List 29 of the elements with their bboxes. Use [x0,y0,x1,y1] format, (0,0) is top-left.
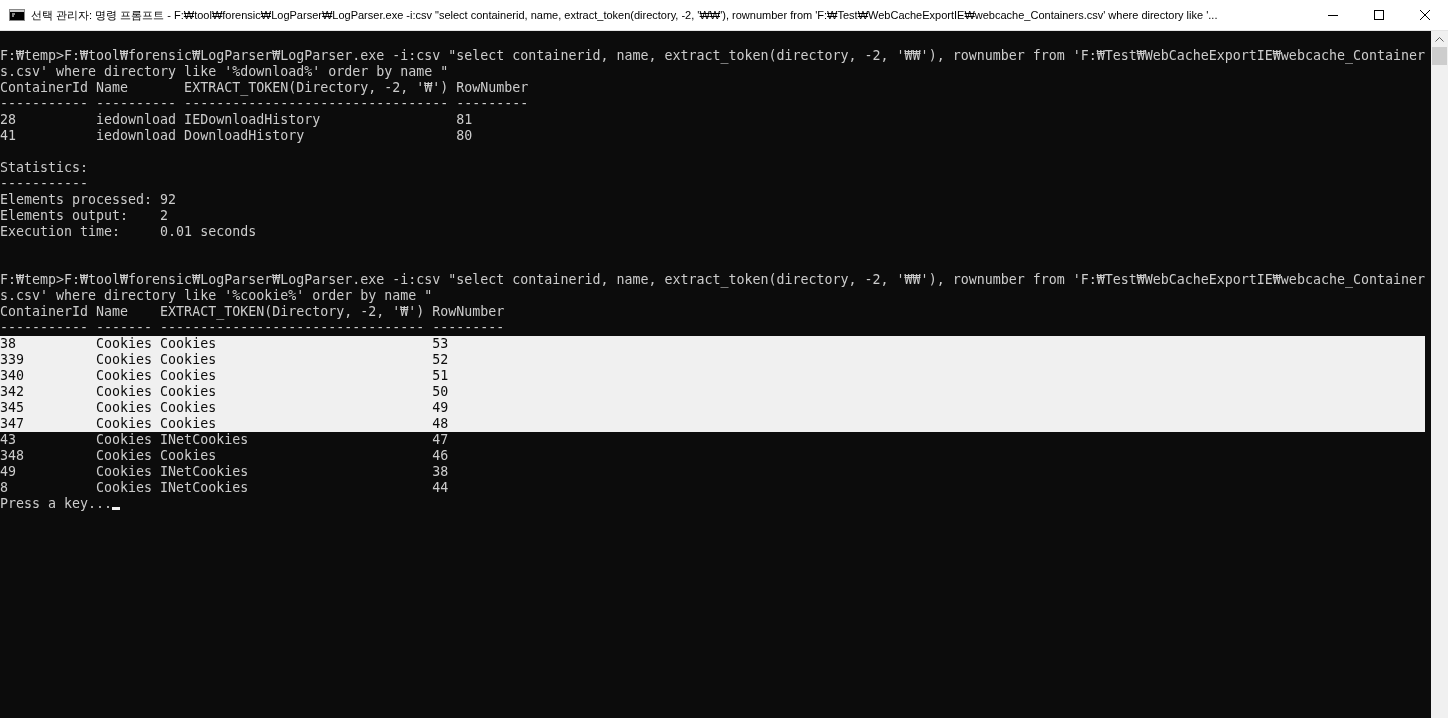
maximize-icon[interactable] [1374,10,1384,20]
scrollbar[interactable] [1431,31,1448,718]
console-line: ----------- ------- --------------------------------- --------- [0,320,506,336]
console-line: Execution time: 0.01 seconds [0,224,258,240]
scroll-up-icon[interactable] [1435,37,1444,42]
text-cursor [112,507,121,510]
console-line: Elements output: 2 [0,208,170,224]
console-line: 28 iedownload IEDownloadHistory 81 [0,112,474,128]
console-line: Elements processed: 92 [0,192,178,208]
console-line: 348 Cookies Cookies 46 [0,448,450,464]
console-line: ----------- [0,176,90,192]
console-icon [9,9,25,21]
console-line: s.csv' where directory like '%cookie%' order by name " [0,288,434,304]
console-line: 49 Cookies INetCookies 38 [0,464,450,480]
console-line: Press a key... [0,496,113,511]
window-title: 선택 관리자: 명령 프롬프트 - F:₩tool₩forensic₩LogParser₩LogParser.exe -i:csv "select containerid, name, extract_token(directory, -2, '₩₩'), rownumber from 'F:₩Test₩WebCacheExportIE₩webcache_Containers.csv' where directory like '... [31,7,1219,23]
console-line: ContainerId Name EXTRACT_TOKEN(Directory, -2, '₩') RowNumber [0,304,506,320]
console-line: ----------- ---------- --------------------------------- --------- [0,96,530,112]
console-line: ContainerId Name EXTRACT_TOKEN(Directory, -2, '₩') RowNumber [0,80,530,96]
close-icon[interactable] [1420,10,1430,20]
console-line: 43 Cookies INetCookies 47 [0,432,450,448]
console-line: Statistics: [0,160,90,176]
console-line: F:₩temp>F:₩tool₩forensic₩LogParser₩LogParser.exe -i:csv "select containerid, name, extract_token(directory, -2, '₩₩'), rownumber from 'F:₩Test₩WebCacheExportIE₩webcache_Container [0,48,1425,64]
scrollbar-thumb[interactable] [1432,47,1447,65]
console-line: s.csv' where directory like '%download%' order by name " [0,64,450,80]
console-line: 8 Cookies INetCookies 44 [0,480,450,496]
console-line: F:₩temp>F:₩tool₩forensic₩LogParser₩LogParser.exe -i:csv "select containerid, name, extract_token(directory, -2, '₩₩'), rownumber from 'F:₩Test₩WebCacheExportIE₩webcache_Container [0,272,1425,288]
minimize-icon[interactable] [1328,14,1338,16]
console-line: 41 iedownload DownloadHistory 80 [0,128,474,144]
